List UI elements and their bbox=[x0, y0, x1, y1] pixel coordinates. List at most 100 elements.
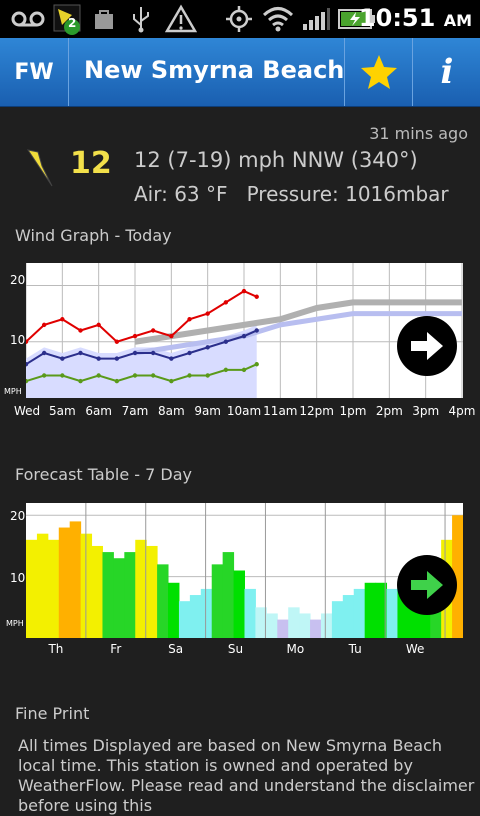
average-point bbox=[223, 339, 229, 344]
air-pressure-line: Air: 63 °F Pressure: 1016mbar bbox=[134, 182, 449, 206]
forecast-bar bbox=[58, 527, 71, 638]
wind-graph-title: Wind Graph - Today bbox=[15, 226, 172, 245]
forecast-bar bbox=[146, 545, 158, 638]
app-notification-icon: 2 bbox=[52, 4, 84, 35]
average-point bbox=[187, 350, 192, 356]
wind-x-tick: 8am bbox=[157, 404, 185, 418]
gust-point bbox=[169, 333, 174, 339]
lull-point bbox=[254, 362, 259, 367]
forecast-day-tick: Su bbox=[227, 642, 244, 656]
gust-point bbox=[187, 317, 192, 322]
wind-x-tick: 4pm bbox=[448, 404, 476, 418]
notification-badge: 2 bbox=[68, 16, 77, 30]
favorite-button[interactable] bbox=[344, 38, 413, 106]
gust-point bbox=[205, 311, 210, 316]
wind-x-tick: 11am bbox=[263, 404, 298, 418]
forecast-bar bbox=[189, 595, 202, 638]
wind-graph-next-button[interactable] bbox=[397, 316, 457, 376]
voicemail-icon bbox=[8, 4, 48, 34]
lull-point bbox=[205, 373, 210, 378]
fine-print-text: All times Displayed are based on New Smy… bbox=[18, 736, 475, 815]
gps-icon bbox=[224, 4, 254, 34]
forecast-bar bbox=[310, 619, 322, 638]
gust-point bbox=[132, 333, 138, 339]
wind-x-tick: 6am bbox=[85, 404, 112, 418]
warning-icon bbox=[164, 4, 198, 34]
gust-point bbox=[241, 288, 247, 294]
wind-speed: 12 bbox=[70, 146, 112, 181]
fine-print-title: Fine Print bbox=[15, 704, 90, 723]
info-button[interactable]: i bbox=[412, 38, 480, 106]
lull-point bbox=[187, 373, 192, 378]
forecast-y-unit: MPH bbox=[6, 619, 24, 628]
forecast-day-tick: Mo bbox=[286, 642, 305, 656]
lull-point bbox=[96, 373, 101, 378]
wind-x-tick: Wed bbox=[14, 404, 41, 418]
average-point bbox=[132, 350, 138, 356]
average-point bbox=[254, 328, 259, 333]
forecast-bar bbox=[91, 545, 103, 638]
forecast-bar bbox=[178, 601, 191, 638]
gust-point bbox=[41, 322, 47, 328]
usb-icon bbox=[128, 4, 154, 34]
forecast-chart[interactable]: 20 10 MPH bbox=[6, 503, 464, 638]
forecast-bar bbox=[135, 539, 147, 638]
average-point bbox=[114, 356, 120, 361]
forecast-day-tick: Th bbox=[48, 642, 64, 656]
gust-point bbox=[96, 322, 101, 328]
forecast-bar bbox=[157, 564, 169, 638]
forecast-bar bbox=[266, 613, 278, 638]
arrow-right-green-icon bbox=[411, 571, 443, 599]
wind-y-tick-20: 20 bbox=[10, 273, 26, 287]
gust-point bbox=[60, 317, 65, 322]
forecast-bar bbox=[320, 613, 333, 638]
pressure: Pressure: 1016mbar bbox=[246, 182, 449, 206]
forecast-day-tick: Fr bbox=[110, 642, 122, 656]
gust-point bbox=[78, 328, 83, 333]
observed-shade bbox=[26, 324, 257, 398]
forecast-y-tick-20: 20 bbox=[10, 509, 26, 523]
gust-point bbox=[150, 328, 156, 333]
forecast-day-tick: Tu bbox=[348, 642, 362, 656]
lull-point bbox=[132, 373, 138, 378]
forecast-bar bbox=[222, 552, 235, 638]
lull-point bbox=[78, 378, 83, 384]
lull-point bbox=[169, 378, 174, 384]
forecast-bar bbox=[102, 552, 114, 638]
forecast-next-button[interactable] bbox=[397, 555, 457, 615]
wind-x-tick: 10am bbox=[226, 404, 262, 418]
app-bar: FW New Smyrna Beach i bbox=[0, 38, 480, 107]
average-point bbox=[60, 356, 65, 361]
forecast-bar bbox=[299, 613, 311, 638]
average-point bbox=[205, 345, 210, 350]
wind-graph[interactable]: 20 10 MPH bbox=[4, 263, 463, 398]
lull-point bbox=[150, 373, 156, 378]
clock-time: 10:51 bbox=[358, 4, 436, 32]
forecast-bar bbox=[342, 595, 355, 638]
updated-time: 31 mins ago bbox=[369, 124, 468, 143]
forecast-bar bbox=[26, 539, 38, 638]
average-point bbox=[41, 350, 47, 356]
arrow-right-icon bbox=[411, 332, 443, 360]
lull-point bbox=[223, 367, 229, 373]
forecast-day-tick: We bbox=[405, 642, 425, 656]
clock-ampm: AM bbox=[443, 11, 472, 30]
wind-x-tick: 1pm bbox=[339, 404, 367, 418]
wind-x-tick: 9am bbox=[194, 404, 221, 418]
forecast-bar bbox=[211, 564, 224, 638]
wind-direction-icon bbox=[26, 149, 53, 187]
forecast-title: Forecast Table - 7 Day bbox=[15, 465, 192, 484]
gust-point bbox=[114, 339, 120, 344]
average-point bbox=[150, 350, 156, 356]
forecast-bar bbox=[364, 582, 377, 638]
status-bar: 2 10:51 AM bbox=[0, 0, 480, 38]
clock: 10:51 AM bbox=[359, 4, 472, 32]
average-point bbox=[241, 333, 247, 339]
average-point bbox=[78, 350, 83, 356]
app-logo[interactable]: FW bbox=[0, 38, 69, 106]
forecast-bar bbox=[353, 588, 366, 638]
wind-x-tick: 3pm bbox=[412, 404, 440, 418]
average-point bbox=[169, 356, 174, 361]
forecast-bar bbox=[113, 558, 125, 638]
gust-point bbox=[223, 300, 229, 305]
